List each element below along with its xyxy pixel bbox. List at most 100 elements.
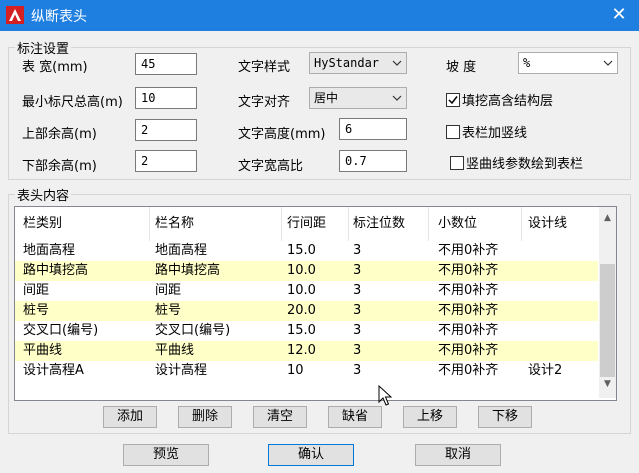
table-row[interactable]: 桩号 桩号 20.0 3 不用0补齐 [15,301,598,321]
table-cell[interactable]: 间距 [155,281,181,301]
text-align-select[interactable]: 居中 [309,87,407,109]
text-style-select[interactable]: HyStandar [309,52,407,74]
table-cell[interactable]: 路中填挖高 [155,261,220,281]
table-cell[interactable]: 桩号 [23,301,49,321]
move-up-button[interactable]: 上移 [403,406,457,428]
text-ratio-input[interactable]: 0.7 [339,150,407,172]
text-ratio-label: 文字宽高比 [238,159,304,174]
table-cell[interactable]: 设计高程 [155,361,207,381]
table-row[interactable]: 设计高程A 设计高程 10 3 不用0补齐 设计2 [15,361,598,381]
delete-button[interactable]: 删除 [178,406,232,428]
default-button[interactable]: 缺省 [328,406,382,428]
preview-button[interactable]: 预览 [123,444,209,466]
table-row[interactable]: 平曲线 平曲线 12.0 3 不用0补齐 [15,341,598,361]
table-cell[interactable]: 10 [287,361,304,381]
min-height-label: 最小标尺总高(m) [22,95,123,110]
close-icon[interactable]: ✕ [599,0,639,31]
curve-params-label: 竖曲线参数绘到表栏 [466,157,584,172]
table-cell[interactable]: 不用0补齐 [438,341,498,361]
scroll-thumb[interactable] [600,264,615,377]
slope-value: % [523,56,531,70]
column-header[interactable]: 小数位 [438,207,477,241]
table-row[interactable]: 路中填挖高 路中填挖高 10.0 3 不用0补齐 [15,261,598,281]
checkbox-checked-icon [446,93,460,107]
table-cell[interactable]: 交叉口(编号) [155,321,230,341]
chevron-down-icon [392,60,402,66]
fill-includes-structure-checkbox[interactable]: 填挖高含结构层 [446,90,553,109]
column-header[interactable]: 栏名称 [155,207,194,241]
table-row[interactable]: 间距 间距 10.0 3 不用0补齐 [15,281,598,301]
column-header[interactable]: 栏类别 [23,207,62,241]
table-row[interactable]: 地面高程 地面高程 15.0 3 不用0补齐 [15,241,598,261]
header-content-legend: 表头内容 [17,189,70,204]
column-header[interactable]: 标注位数 [353,207,405,241]
text-height-label: 文字高度(mm) [238,127,326,142]
title-bar: 纵断表头 ✕ [0,0,639,31]
table-scrollbar[interactable]: ▲ ▼ [599,207,616,398]
table-cell[interactable]: 设计2 [528,361,562,381]
table-header: 栏类别 栏名称 行间距 标注位数 小数位 设计线 [15,207,598,241]
table-width-input[interactable]: 45 [135,53,197,75]
text-align-value: 居中 [314,91,339,105]
cancel-button[interactable]: 取消 [415,444,501,466]
scroll-up-icon[interactable]: ▲ [599,213,616,230]
table-row[interactable]: 交叉口(编号) 交叉口(编号) 15.0 3 不用0补齐 [15,321,598,341]
table-cell[interactable]: 间距 [23,281,49,301]
table-cell[interactable]: 不用0补齐 [438,301,498,321]
fill-includes-structure-label: 填挖高含结构层 [462,94,554,109]
add-vertical-lines-label: 表栏加竖线 [462,126,528,141]
table-cell[interactable]: 不用0补齐 [438,261,498,281]
confirm-button[interactable]: 确认 [268,444,354,466]
slope-label: 坡 度 [446,60,477,75]
slope-select[interactable]: % [518,52,618,74]
text-height-input[interactable]: 6 [339,118,407,140]
table-cell[interactable]: 10.0 [287,261,316,281]
move-down-button[interactable]: 下移 [478,406,532,428]
clear-button[interactable]: 清空 [253,406,307,428]
bottom-margin-input[interactable]: 2 [135,150,197,172]
checkbox-icon [450,156,464,170]
header-table[interactable]: 栏类别 栏名称 行间距 标注位数 小数位 设计线 地面高程 地面高程 15.0 3 不用… [14,206,617,401]
table-cell[interactable]: 不用0补齐 [438,241,498,261]
table-cell[interactable]: 平曲线 [23,341,62,361]
mouse-cursor-icon [378,385,392,406]
add-button[interactable]: 添加 [103,406,157,428]
add-vertical-lines-checkbox[interactable]: 表栏加竖线 [446,122,527,141]
table-cell[interactable]: 地面高程 [155,241,207,261]
annotation-settings-legend: 标注设置 [17,42,70,57]
table-cell[interactable]: 平曲线 [155,341,194,361]
min-height-input[interactable]: 10 [135,87,197,109]
table-cell[interactable]: 不用0补齐 [438,321,498,341]
bottom-margin-label: 下部余高(m) [22,159,97,174]
table-cell[interactable]: 3 [353,321,361,341]
table-cell[interactable]: 3 [353,341,361,361]
text-style-value: HyStandar [314,56,380,70]
table-cell[interactable]: 3 [353,281,361,301]
table-cell[interactable]: 3 [353,301,361,321]
curve-params-checkbox[interactable]: 竖曲线参数绘到表栏 [450,153,583,172]
table-cell[interactable]: 3 [353,261,361,281]
top-margin-label: 上部余高(m) [22,127,97,142]
table-cell[interactable]: 10.0 [287,281,316,301]
table-cell[interactable]: 15.0 [287,241,316,261]
scroll-down-icon[interactable]: ▼ [599,379,616,396]
top-margin-input[interactable]: 2 [135,119,197,141]
table-cell[interactable]: 设计高程A [23,361,84,381]
table-cell[interactable]: 地面高程 [23,241,75,261]
table-cell[interactable]: 路中填挖高 [23,261,88,281]
table-cell[interactable]: 桩号 [155,301,181,321]
table-cell[interactable]: 20.0 [287,301,316,321]
table-cell[interactable]: 不用0补齐 [438,281,498,301]
column-header[interactable]: 行间距 [287,207,326,241]
column-header[interactable]: 设计线 [528,207,567,241]
window-title: 纵断表头 [31,9,87,25]
chevron-down-icon [603,60,613,66]
chevron-down-icon [392,95,402,101]
table-width-label: 表 宽(mm) [22,60,88,75]
table-cell[interactable]: 3 [353,361,361,381]
table-cell[interactable]: 12.0 [287,341,316,361]
table-cell[interactable]: 3 [353,241,361,261]
table-cell[interactable]: 15.0 [287,321,316,341]
table-cell[interactable]: 交叉口(编号) [23,321,98,341]
table-cell[interactable]: 不用0补齐 [438,361,498,381]
